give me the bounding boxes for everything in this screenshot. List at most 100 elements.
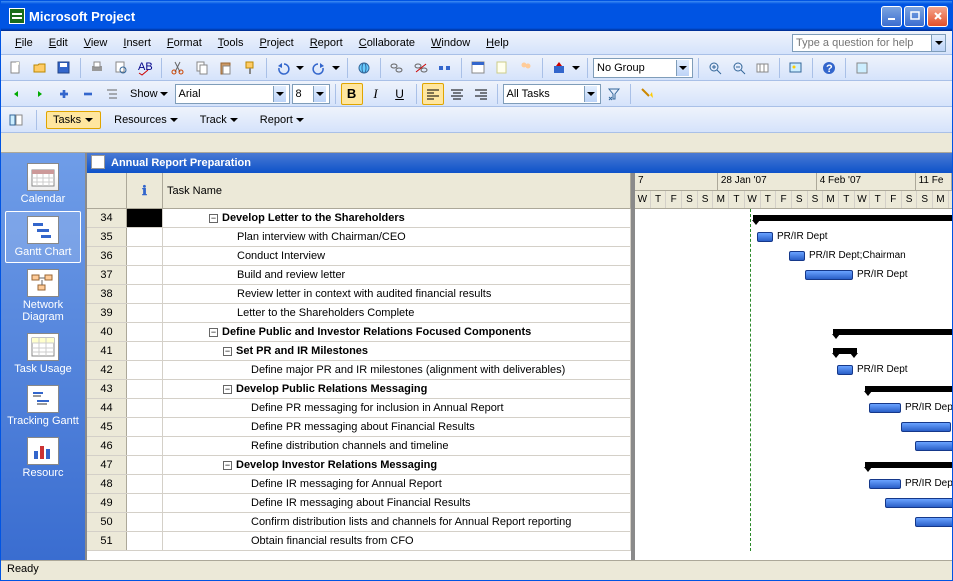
summary-bar[interactable] — [865, 462, 952, 468]
task-bar[interactable] — [757, 232, 773, 242]
task-name-cell[interactable]: Define PR messaging for inclusion in Ann… — [163, 399, 631, 417]
table-row[interactable]: 49Define IR messaging about Financial Re… — [87, 494, 631, 513]
show-subtasks-button[interactable] — [53, 83, 75, 105]
row-number[interactable]: 35 — [87, 228, 127, 246]
table-row[interactable]: 39 Letter to the Shareholders Complete — [87, 304, 631, 323]
column-header-indicators[interactable]: ℹ — [127, 173, 163, 208]
task-name-cell[interactable]: Conduct Interview — [163, 247, 631, 265]
outline-toggle[interactable]: − — [223, 385, 232, 394]
outdent-button[interactable] — [5, 83, 27, 105]
row-number[interactable]: 34 — [87, 209, 127, 227]
task-name-cell[interactable]: Refine distribution channels and timelin… — [163, 437, 631, 455]
outline-toggle[interactable]: − — [223, 347, 232, 356]
tab-track[interactable]: Track — [193, 111, 247, 129]
task-bar[interactable] — [915, 441, 952, 451]
hide-assignments-button[interactable] — [101, 83, 123, 105]
italic-button[interactable]: I — [365, 83, 387, 105]
help-button[interactable]: ? — [818, 57, 840, 79]
menu-file[interactable]: File — [7, 35, 41, 51]
table-row[interactable]: 41−Set PR and IR Milestones — [87, 342, 631, 361]
table-row[interactable]: 35 Plan interview with Chairman/CEO — [87, 228, 631, 247]
task-name-cell[interactable]: −Develop Investor Relations Messaging — [163, 456, 631, 474]
view-resource-graph[interactable]: Resourc — [5, 433, 81, 483]
redo-dropdown[interactable] — [332, 66, 342, 70]
paste-button[interactable] — [215, 57, 237, 79]
outline-toggle[interactable]: − — [209, 214, 218, 223]
menu-tools[interactable]: Tools — [210, 35, 252, 51]
align-right-button[interactable] — [470, 83, 492, 105]
undo-dropdown[interactable] — [296, 66, 306, 70]
publish-dropdown[interactable] — [572, 66, 582, 70]
gantt-chart[interactable]: 728 Jan '074 Feb '0711 Fe WTFSSMTWTFSSMT… — [635, 173, 952, 560]
split-task-button[interactable] — [434, 57, 456, 79]
bold-button[interactable]: B — [341, 83, 363, 105]
table-row[interactable]: 43−Develop Public Relations Messaging — [87, 380, 631, 399]
menu-project[interactable]: Project — [251, 35, 301, 51]
row-number[interactable]: 42 — [87, 361, 127, 379]
hyperlink-button[interactable] — [353, 57, 375, 79]
task-name-cell[interactable]: Define IR messaging about Financial Resu… — [163, 494, 631, 512]
task-bar[interactable] — [805, 270, 853, 280]
print-preview-button[interactable] — [110, 57, 132, 79]
copy-button[interactable] — [191, 57, 213, 79]
goto-task-button[interactable] — [752, 57, 774, 79]
show-menu-button[interactable]: Show — [125, 86, 173, 102]
row-number[interactable]: 46 — [87, 437, 127, 455]
menu-collaborate[interactable]: Collaborate — [351, 35, 423, 51]
guide-pane-toggle[interactable] — [5, 109, 27, 131]
format-painter-button[interactable] — [239, 57, 261, 79]
assign-resources-button[interactable] — [515, 57, 537, 79]
view-gantt-chart[interactable]: Gantt Chart — [5, 211, 81, 263]
table-row[interactable]: 42Define major PR and IR milestones (ali… — [87, 361, 631, 380]
menu-window[interactable]: Window — [423, 35, 478, 51]
cut-button[interactable] — [167, 57, 189, 79]
row-number[interactable]: 45 — [87, 418, 127, 436]
table-row[interactable]: 44 Define PR messaging for inclusion in A… — [87, 399, 631, 418]
task-name-cell[interactable]: −Develop Letter to the Shareholders — [163, 209, 631, 227]
font-name-combo[interactable]: Arial — [175, 84, 290, 104]
task-name-cell[interactable]: Obtain financial results from CFO — [163, 532, 631, 550]
publish-button[interactable] — [548, 57, 570, 79]
save-button[interactable] — [53, 57, 75, 79]
row-number[interactable]: 48 — [87, 475, 127, 493]
task-name-cell[interactable]: Confirm distribution lists and channels … — [163, 513, 631, 531]
summary-bar[interactable] — [833, 348, 857, 354]
menu-insert[interactable]: Insert — [115, 35, 159, 51]
close-button[interactable] — [927, 6, 948, 27]
task-name-cell[interactable]: Plan interview with Chairman/CEO — [163, 228, 631, 246]
menu-help[interactable]: Help — [478, 35, 517, 51]
align-left-button[interactable] — [422, 83, 444, 105]
indent-button[interactable] — [29, 83, 51, 105]
column-header-taskname[interactable]: Task Name — [163, 173, 631, 208]
gantt-wizard-button[interactable] — [636, 83, 658, 105]
table-row[interactable]: 50Confirm distribution lists and channel… — [87, 513, 631, 532]
table-row[interactable]: 47−Develop Investor Relations Messaging — [87, 456, 631, 475]
view-tracking-gantt[interactable]: Tracking Gantt — [5, 381, 81, 431]
new-button[interactable] — [5, 57, 27, 79]
task-bar[interactable] — [915, 517, 952, 527]
task-bar[interactable] — [789, 251, 805, 261]
font-size-combo[interactable]: 8 — [292, 84, 330, 104]
zoom-out-button[interactable] — [728, 57, 750, 79]
task-bar[interactable] — [837, 365, 853, 375]
outline-toggle[interactable]: − — [223, 461, 232, 470]
view-task-usage[interactable]: Task Usage — [5, 329, 81, 379]
table-row[interactable]: 37Build and review letter — [87, 266, 631, 285]
hide-subtasks-button[interactable] — [77, 83, 99, 105]
table-row[interactable]: 45Define PR messaging about Financial Re… — [87, 418, 631, 437]
task-name-cell[interactable]: Letter to the Shareholders Complete — [163, 304, 631, 322]
menu-view[interactable]: View — [76, 35, 116, 51]
row-number[interactable]: 43 — [87, 380, 127, 398]
print-button[interactable] — [86, 57, 108, 79]
table-row[interactable]: 34 −Develop Letter to the Shareholders — [87, 209, 631, 228]
row-number[interactable]: 40 — [87, 323, 127, 341]
tab-tasks[interactable]: Tasks — [46, 111, 101, 129]
task-name-cell[interactable]: Build and review letter — [163, 266, 631, 284]
menu-report[interactable]: Report — [302, 35, 351, 51]
undo-button[interactable] — [272, 57, 294, 79]
row-number[interactable]: 44 — [87, 399, 127, 417]
task-name-cell[interactable]: Review letter in context with audited fi… — [163, 285, 631, 303]
row-number[interactable]: 39 — [87, 304, 127, 322]
zoom-in-button[interactable] — [704, 57, 726, 79]
spelling-button[interactable]: ABC — [134, 57, 156, 79]
